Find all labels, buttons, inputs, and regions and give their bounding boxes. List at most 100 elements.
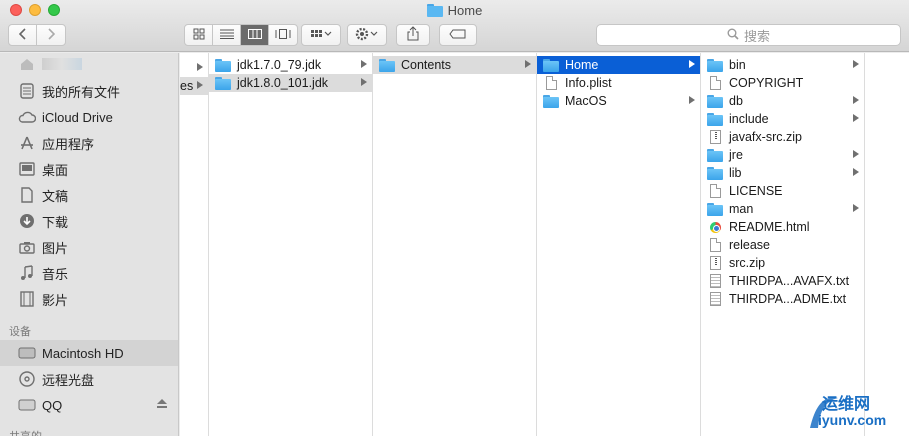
window-title: Home bbox=[0, 3, 909, 20]
action-button[interactable] bbox=[347, 24, 387, 46]
sidebar-item-all-files[interactable]: 我的所有文件 bbox=[0, 78, 178, 104]
eject-icon[interactable] bbox=[157, 399, 167, 411]
column-0[interactable]: es bbox=[180, 53, 209, 436]
grid-icon bbox=[193, 28, 205, 43]
watermark-url: iyunv.com bbox=[818, 412, 887, 428]
column-2[interactable]: Contents bbox=[373, 53, 537, 436]
chevron-right-icon bbox=[853, 168, 859, 176]
sidebar-item-downloads[interactable]: 下载 bbox=[0, 208, 178, 234]
list-item[interactable]: THIRDPA...AVAFX.txt bbox=[701, 272, 864, 290]
column-5[interactable] bbox=[865, 53, 909, 436]
list-item[interactable]: README.html bbox=[701, 218, 864, 236]
search-icon bbox=[727, 28, 744, 43]
tag-icon bbox=[449, 28, 467, 42]
list-item[interactable]: db bbox=[701, 92, 864, 110]
sidebar-item-applications[interactable]: 应用程序 bbox=[0, 130, 178, 156]
disc-icon bbox=[18, 370, 36, 388]
arrange-button[interactable] bbox=[301, 24, 341, 46]
watermark-text: 运维网 bbox=[822, 396, 871, 413]
list-icon bbox=[219, 28, 234, 42]
sidebar-item-music[interactable]: 音乐 bbox=[0, 260, 178, 286]
list-item[interactable]: lib bbox=[701, 164, 864, 182]
column-3[interactable]: Home Info.plist MacOS bbox=[537, 53, 701, 436]
chevron-right-icon bbox=[47, 27, 56, 43]
share-button[interactable] bbox=[396, 24, 430, 46]
sidebar-item-macintosh-hd[interactable]: Macintosh HD bbox=[0, 340, 178, 366]
sidebar-item-user[interactable] bbox=[0, 53, 178, 75]
document-icon bbox=[707, 184, 723, 198]
search-input[interactable]: 搜索 bbox=[596, 24, 901, 46]
coverflow-icon bbox=[275, 28, 291, 42]
list-item[interactable]: jdk1.7.0_79.jdk bbox=[209, 56, 372, 74]
sidebar-item-documents[interactable]: 文稿 bbox=[0, 182, 178, 208]
chevron-right-icon bbox=[525, 60, 531, 68]
document-icon bbox=[707, 76, 723, 90]
list-item[interactable]: release bbox=[701, 236, 864, 254]
folder-icon bbox=[426, 4, 443, 20]
list-item[interactable]: bin bbox=[701, 56, 864, 74]
list-item[interactable]: jre bbox=[701, 146, 864, 164]
chevron-right-icon bbox=[361, 60, 367, 68]
list-item[interactable]: es bbox=[180, 77, 208, 95]
list-item[interactable]: COPYRIGHT bbox=[701, 74, 864, 92]
search-placeholder: 搜索 bbox=[743, 28, 770, 44]
sidebar-item-icloud[interactable]: iCloud Drive bbox=[0, 104, 178, 130]
folder-icon bbox=[379, 58, 395, 72]
back-button[interactable] bbox=[9, 25, 37, 45]
sidebar-section-shared: 共享的 bbox=[9, 428, 42, 436]
sidebar-item-pictures[interactable]: 图片 bbox=[0, 234, 178, 260]
desktop-icon bbox=[18, 160, 36, 178]
documents-icon bbox=[18, 186, 36, 204]
folder-icon bbox=[707, 58, 723, 72]
zip-icon bbox=[707, 130, 723, 144]
folder-icon bbox=[215, 58, 231, 72]
columns-icon bbox=[247, 28, 262, 42]
tag-button[interactable] bbox=[439, 24, 477, 46]
list-item[interactable]: javafx-src.zip bbox=[701, 128, 864, 146]
chevron-right-icon bbox=[689, 96, 695, 104]
home-icon bbox=[18, 55, 36, 73]
chevron-right-icon bbox=[853, 60, 859, 68]
column-1[interactable]: jdk1.7.0_79.jdk jdk1.8.0_101.jdk bbox=[209, 53, 373, 436]
chevron-right-icon bbox=[853, 96, 859, 104]
sidebar-item-remote-disc[interactable]: 远程光盘 bbox=[0, 366, 178, 392]
list-item[interactable]: Contents bbox=[373, 56, 536, 74]
list-item[interactable]: src.zip bbox=[701, 254, 864, 272]
icon-view-button[interactable] bbox=[185, 25, 213, 45]
share-icon bbox=[407, 26, 419, 44]
chevron-right-icon bbox=[361, 78, 367, 86]
film-icon bbox=[18, 290, 36, 308]
text-file-icon bbox=[707, 292, 723, 306]
list-item[interactable]: THIRDPA...ADME.txt bbox=[701, 290, 864, 308]
view-mode-control bbox=[184, 24, 298, 46]
list-item[interactable]: Info.plist bbox=[537, 74, 700, 92]
sidebar-item-movies[interactable]: 影片 bbox=[0, 286, 178, 312]
list-item[interactable]: MacOS bbox=[537, 92, 700, 110]
folder-icon bbox=[215, 76, 231, 90]
list-view-button[interactable] bbox=[213, 25, 241, 45]
toolbar: Home 搜索 bbox=[0, 0, 909, 52]
column-4[interactable]: bin COPYRIGHT db include javafx-src.zip … bbox=[701, 53, 865, 436]
list-item[interactable] bbox=[180, 59, 208, 77]
folder-icon bbox=[707, 166, 723, 180]
list-item[interactable]: jdk1.8.0_101.jdk bbox=[209, 74, 372, 92]
sidebar-item-qq[interactable]: QQ bbox=[0, 392, 178, 418]
forward-button[interactable] bbox=[37, 25, 65, 45]
chevron-right-icon bbox=[853, 150, 859, 158]
folder-icon bbox=[543, 58, 559, 72]
folder-icon bbox=[707, 202, 723, 216]
applications-icon bbox=[18, 134, 36, 152]
chevron-left-icon bbox=[18, 27, 27, 43]
column-view-button[interactable] bbox=[241, 25, 269, 45]
list-item[interactable]: include bbox=[701, 110, 864, 128]
list-item[interactable]: man bbox=[701, 200, 864, 218]
chevron-right-icon bbox=[853, 204, 859, 212]
sidebar-item-desktop[interactable]: 桌面 bbox=[0, 156, 178, 182]
coverflow-view-button[interactable] bbox=[269, 25, 297, 45]
document-icon bbox=[707, 238, 723, 252]
folder-icon bbox=[707, 148, 723, 162]
list-item-selected[interactable]: Home bbox=[537, 56, 700, 74]
cloud-icon bbox=[18, 108, 36, 126]
list-item[interactable]: LICENSE bbox=[701, 182, 864, 200]
blurred-username bbox=[42, 58, 82, 70]
